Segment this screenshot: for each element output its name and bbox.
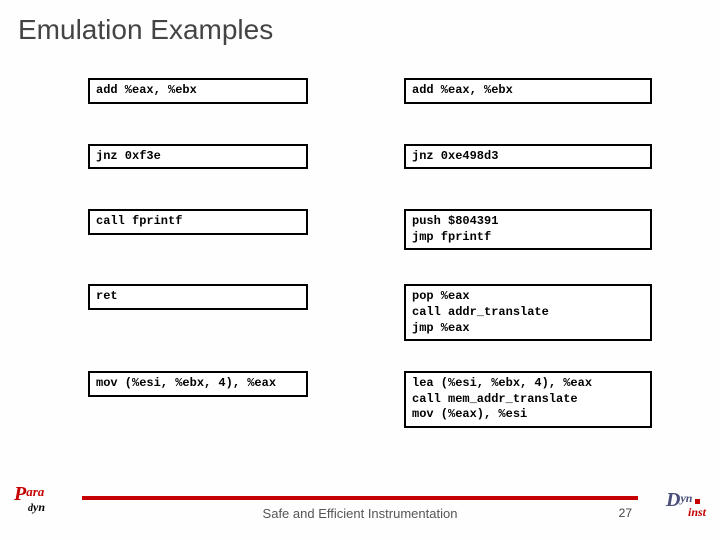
- logo-letter: inst: [688, 507, 706, 518]
- code-row: call fprintf push $804391 jmp fprintf: [88, 209, 658, 250]
- emulated-code: push $804391 jmp fprintf: [404, 209, 652, 250]
- code-row: mov (%esi, %ebx, 4), %eax lea (%esi, %eb…: [88, 371, 658, 428]
- logo-letter: P: [14, 483, 26, 505]
- code-row: add %eax, %ebx add %eax, %ebx: [88, 78, 658, 104]
- original-code: add %eax, %ebx: [88, 78, 308, 104]
- logo-letter: ara: [26, 484, 44, 499]
- divider-line: [82, 496, 638, 500]
- logo-square-icon: [695, 499, 700, 504]
- footer-text: Safe and Efficient Instrumentation: [0, 506, 720, 521]
- code-row: ret pop %eax call addr_translate jmp %ea…: [88, 284, 658, 341]
- code-rows: add %eax, %ebx add %eax, %ebx jnz 0xf3e …: [88, 78, 658, 464]
- original-code: jnz 0xf3e: [88, 144, 308, 170]
- logo-letter: yn: [680, 491, 692, 505]
- logo-letter: D: [666, 489, 680, 511]
- page-number: 27: [619, 506, 632, 520]
- logo-letter: yn: [33, 500, 45, 514]
- original-code: mov (%esi, %ebx, 4), %eax: [88, 371, 308, 397]
- original-code: ret: [88, 284, 308, 310]
- emulated-code: pop %eax call addr_translate jmp %eax: [404, 284, 652, 341]
- emulated-code: lea (%esi, %ebx, 4), %eax call mem_addr_…: [404, 371, 652, 428]
- emulated-code: jnz 0xe498d3: [404, 144, 652, 170]
- paradyn-logo: Para dyn: [14, 485, 44, 518]
- code-row: jnz 0xf3e jnz 0xe498d3: [88, 144, 658, 170]
- original-code: call fprintf: [88, 209, 308, 235]
- dyninst-logo: Dyn inst: [666, 491, 706, 518]
- emulated-code: add %eax, %ebx: [404, 78, 652, 104]
- slide-title: Emulation Examples: [0, 0, 720, 46]
- slide-footer: Safe and Efficient Instrumentation 27 Pa…: [0, 488, 720, 528]
